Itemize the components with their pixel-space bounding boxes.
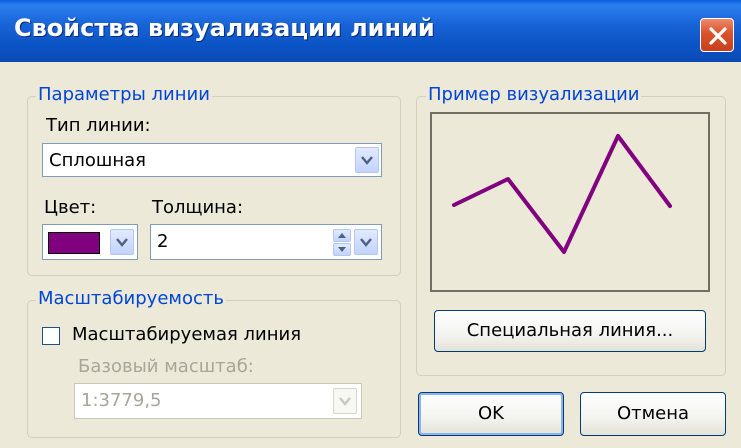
spin-down-icon: [338, 247, 346, 252]
spin-up-icon: [338, 233, 346, 238]
line-type-dropdown-button[interactable]: [355, 147, 379, 173]
line-type-select[interactable]: Сплошная: [42, 143, 382, 177]
color-dropdown-button[interactable]: [110, 229, 134, 255]
line-preview-canvas: [430, 112, 710, 292]
base-scale-label: Базовый масштаб:: [78, 356, 254, 377]
scalable-line-checkbox[interactable]: [42, 327, 60, 345]
scalable-line-label[interactable]: Масштабируемая линия: [72, 324, 301, 345]
chevron-down-icon: [339, 397, 351, 406]
thickness-decrement-button[interactable]: [333, 243, 351, 256]
thickness-value: 2: [157, 231, 169, 252]
line-type-value: Сплошная: [49, 150, 146, 171]
special-line-button-label: Специальная линия...: [466, 320, 674, 341]
close-button[interactable]: [700, 18, 734, 52]
thickness-spinbox[interactable]: 2: [150, 224, 382, 260]
line-params-legend: Параметры линии: [36, 84, 212, 105]
ok-button-label: OK: [478, 403, 504, 424]
cancel-button[interactable]: Отмена: [580, 392, 726, 436]
line-properties-dialog: Свойства визуализации линий Параметры ли…: [0, 0, 741, 448]
chevron-down-icon: [361, 156, 373, 165]
thickness-increment-button[interactable]: [333, 229, 351, 242]
chevron-down-icon: [360, 238, 372, 247]
special-line-button[interactable]: Специальная линия...: [434, 310, 706, 352]
chevron-down-icon: [116, 238, 128, 247]
preview-legend: Пример визуализации: [426, 84, 642, 105]
thickness-label: Толщина:: [152, 197, 244, 218]
cancel-button-label: Отмена: [616, 403, 690, 424]
color-swatch: [48, 232, 100, 254]
title-bar[interactable]: Свойства визуализации линий: [0, 0, 741, 62]
window-title: Свойства визуализации линий: [14, 14, 435, 42]
base-scale-dropdown-button[interactable]: [333, 388, 357, 414]
ok-button[interactable]: OK: [418, 392, 564, 436]
color-select[interactable]: [42, 224, 138, 260]
scaling-legend: Масштабируемость: [36, 288, 226, 309]
line-type-label: Тип линии:: [46, 115, 151, 136]
base-scale-select[interactable]: 1:3779,5: [74, 383, 362, 419]
preview-line: [452, 134, 672, 254]
close-icon: [709, 27, 727, 45]
color-label: Цвет:: [44, 197, 97, 218]
thickness-dropdown-button[interactable]: [354, 229, 378, 255]
base-scale-value: 1:3779,5: [81, 390, 162, 411]
